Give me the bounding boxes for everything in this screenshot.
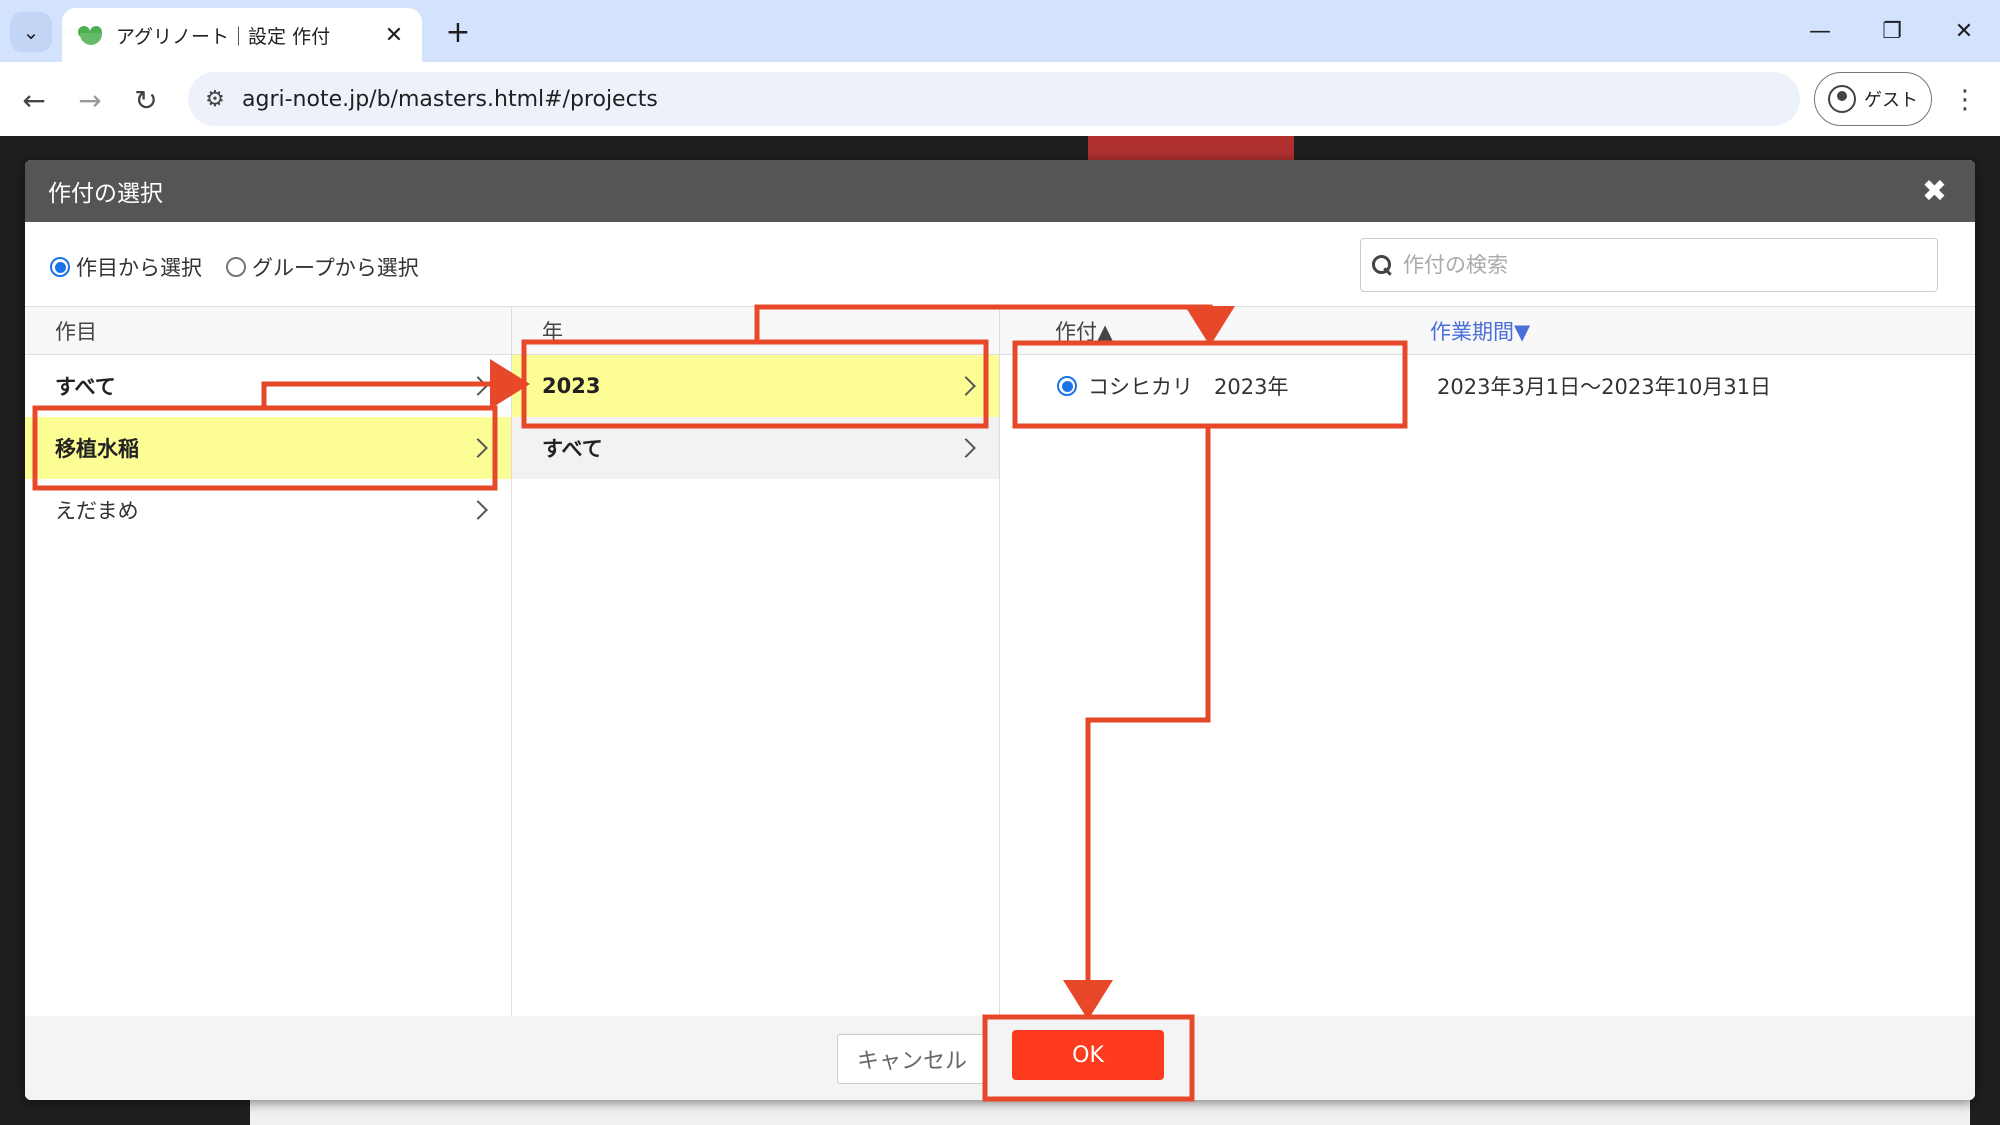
year-item-all[interactable]: すべて bbox=[512, 417, 999, 479]
sort-by-work-period[interactable]: 作業期間▼ bbox=[1430, 316, 1530, 346]
plan-search-box[interactable] bbox=[1360, 238, 1938, 292]
chevron-right-icon bbox=[468, 500, 488, 520]
agrinote-favicon-icon bbox=[78, 24, 104, 46]
account-circle-icon bbox=[1828, 85, 1856, 113]
plan-search-input[interactable] bbox=[1403, 253, 1937, 277]
mode-radio-group[interactable] bbox=[226, 257, 246, 277]
restore-icon[interactable]: ❐ bbox=[1872, 14, 1912, 48]
plan-column-header: 作付▲ 作業期間▼ bbox=[1000, 307, 1975, 355]
crop-column-header: 作目 bbox=[25, 307, 511, 355]
mode-label-group[interactable]: グループから選択 bbox=[252, 252, 419, 282]
dialog-title: 作付の選択 bbox=[48, 181, 163, 207]
profile-label: ゲスト bbox=[1864, 90, 1918, 111]
chevron-right-icon bbox=[468, 438, 488, 458]
crop-column: 作目 すべて 移植水稲 えだまめ bbox=[25, 307, 512, 1017]
plan-item-koshihikari-2023[interactable]: コシヒカリ 2023年 2023年3月1日〜2023年10月31日 bbox=[1000, 355, 1975, 417]
chevron-right-icon bbox=[956, 376, 976, 396]
tab-title: アグリノート｜設定 作付 bbox=[116, 25, 331, 48]
year-column: 年 2023 すべて bbox=[512, 307, 1000, 1017]
mode-label-crop[interactable]: 作目から選択 bbox=[76, 252, 202, 282]
mode-radio-crop[interactable] bbox=[50, 257, 70, 277]
new-tab-plus-icon[interactable]: + bbox=[440, 14, 476, 50]
tab-search-chevron-icon[interactable]: ⌄ bbox=[10, 12, 52, 52]
search-icon bbox=[1371, 254, 1393, 276]
reload-icon[interactable]: ↻ bbox=[126, 80, 166, 120]
ok-button[interactable]: OK bbox=[1012, 1030, 1164, 1080]
app-content-strip bbox=[250, 1100, 1970, 1125]
selection-columns: 作目 すべて 移植水稲 えだまめ 年 2023 すべて 作付▲ 作業期間▼ コシ… bbox=[25, 306, 1975, 1017]
year-item-2023[interactable]: 2023 bbox=[512, 355, 999, 417]
dialog-close-icon[interactable]: ✖ bbox=[1922, 174, 1947, 209]
plan-select-dialog: 作付の選択 ✖ 作目から選択 グループから選択 作目 すべて 移植水稲 えだ bbox=[25, 160, 1975, 1100]
plan-column: 作付▲ 作業期間▼ コシヒカリ 2023年 2023年3月1日〜2023年10月… bbox=[1000, 307, 1975, 1017]
dialog-header: 作付の選択 ✖ bbox=[25, 160, 1975, 222]
plan-name: コシヒカリ 2023年 bbox=[1088, 375, 1289, 399]
selection-mode-group: 作目から選択 グループから選択 bbox=[50, 252, 437, 282]
url-text: agri-note.jp/b/masters.html#/projects bbox=[242, 86, 658, 112]
minimize-icon[interactable]: — bbox=[1800, 14, 1840, 48]
crop-item-edamame[interactable]: えだまめ bbox=[25, 479, 511, 541]
crop-item-all[interactable]: すべて bbox=[25, 355, 511, 417]
address-bar[interactable]: ⚙ agri-note.jp/b/masters.html#/projects bbox=[188, 72, 1800, 126]
sort-by-plan-name[interactable]: 作付▲ bbox=[1055, 316, 1113, 346]
back-arrow-icon[interactable]: ← bbox=[14, 80, 54, 120]
site-settings-icon[interactable]: ⚙ bbox=[188, 72, 242, 126]
crop-item-transplanted-rice[interactable]: 移植水稲 bbox=[25, 417, 511, 479]
forward-arrow-icon[interactable]: → bbox=[70, 80, 110, 120]
profile-button[interactable]: ゲスト bbox=[1814, 72, 1932, 126]
chevron-right-icon bbox=[468, 376, 488, 396]
chevron-right-icon bbox=[956, 438, 976, 458]
browser-tab[interactable]: アグリノート｜設定 作付 ✕ bbox=[62, 8, 422, 62]
year-column-header: 年 bbox=[512, 307, 999, 355]
plan-period: 2023年3月1日〜2023年10月31日 bbox=[1437, 375, 1772, 399]
dialog-footer: キャンセル OK bbox=[25, 1016, 1975, 1100]
cancel-button[interactable]: キャンセル bbox=[837, 1034, 987, 1084]
plan-radio[interactable] bbox=[1057, 376, 1077, 396]
window-close-icon[interactable]: ✕ bbox=[1944, 14, 1984, 48]
browser-tab-bar: ⌄ アグリノート｜設定 作付 ✕ + — ❐ ✕ bbox=[0, 0, 2000, 62]
more-menu-icon[interactable]: ⋮ bbox=[1950, 80, 1980, 120]
tab-close-icon[interactable]: ✕ bbox=[382, 23, 406, 48]
browser-toolbar: ← → ↻ ⚙ agri-note.jp/b/masters.html#/pro… bbox=[0, 62, 2000, 136]
